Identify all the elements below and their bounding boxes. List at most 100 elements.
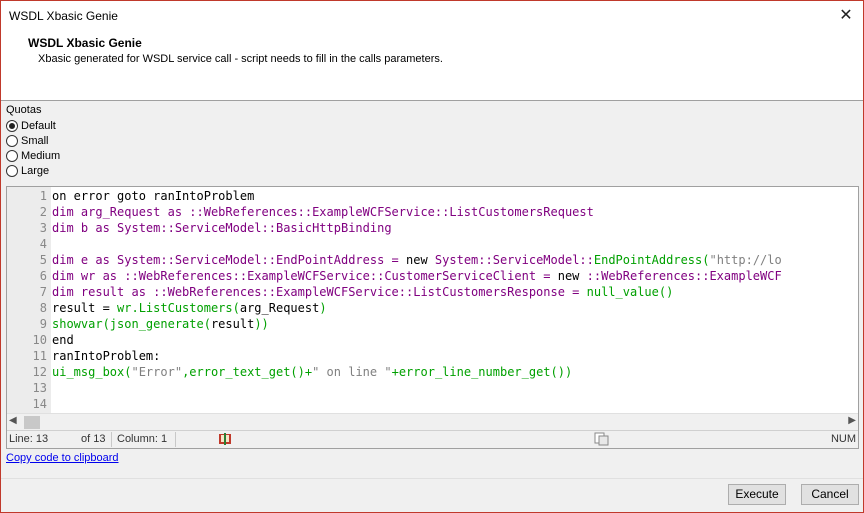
- execute-button[interactable]: Execute: [728, 484, 786, 505]
- code-text[interactable]: result = wr.ListCustomers(arg_Request): [52, 300, 327, 316]
- status-column: Column: 1: [117, 433, 168, 445]
- quota-option-small[interactable]: Small: [6, 133, 60, 148]
- code-token: ::WebReferences::ExampleWCF: [586, 269, 782, 283]
- code-token: ): [319, 301, 327, 315]
- code-line[interactable]: 12 ui_msg_box("Error",error_text_get()+" …: [7, 364, 858, 380]
- header-title: WSDL Xbasic Genie: [28, 36, 142, 50]
- editor-status-bar: Line: 13 of 13 Column: 1 NUM: [7, 430, 858, 448]
- genie-dialog: WSDL Xbasic Genie ✕ WSDL Xbasic Genie Xb…: [0, 0, 864, 513]
- code-line[interactable]: 5 dim e as System::ServiceModel::EndPoint…: [7, 252, 858, 268]
- quota-option-label: Medium: [21, 149, 61, 162]
- quotas-label: Quotas: [6, 104, 42, 116]
- code-text[interactable]: showvar(json_generate(result)): [52, 316, 269, 332]
- line-number: 11: [32, 349, 47, 363]
- code-token: on error goto ranIntoProblem: [52, 189, 255, 203]
- line-number: 1: [39, 189, 47, 203]
- code-token: )): [254, 317, 269, 331]
- code-line[interactable]: 8 result = wr.ListCustomers(arg_Request): [7, 300, 858, 316]
- scroll-left-icon[interactable]: ◀: [9, 415, 17, 426]
- dialog-header: WSDL Xbasic Genie Xbasic generated for W…: [1, 31, 863, 101]
- code-line[interactable]: 11 ranIntoProblem:: [7, 348, 858, 364]
- quota-option-large[interactable]: Large: [6, 163, 60, 178]
- line-number: 4: [39, 237, 47, 251]
- copy-icon[interactable]: [594, 432, 610, 446]
- status-divider: [175, 432, 176, 447]
- line-number: 10: [32, 333, 47, 347]
- line-number: 13: [32, 381, 47, 395]
- code-token: " on line ": [312, 365, 392, 379]
- code-token: arg_Request: [239, 301, 320, 315]
- radio-icon[interactable]: [6, 149, 18, 162]
- code-text[interactable]: ranIntoProblem:: [52, 348, 160, 364]
- code-lines[interactable]: 1 on error goto ranIntoProblem 2 dim arg_Re…: [7, 188, 858, 412]
- code-token: showvar(json_generate(: [52, 317, 211, 331]
- line-number: 14: [32, 397, 47, 411]
- code-token: EndPointAddress(: [593, 253, 710, 267]
- code-line[interactable]: 4: [7, 236, 858, 252]
- copy-code-link[interactable]: Copy code to clipboard: [6, 452, 119, 464]
- code-token: System::ServiceModel::: [434, 253, 594, 267]
- quota-option-default[interactable]: Default: [6, 118, 60, 133]
- scroll-right-icon[interactable]: ▶: [848, 415, 856, 426]
- code-token: dim arg_Request as ::WebReferences::Exam…: [52, 205, 594, 219]
- code-text[interactable]: ui_msg_box("Error",error_text_get()+" on…: [52, 364, 572, 380]
- book-icon[interactable]: [218, 432, 232, 446]
- line-number: 8: [39, 301, 47, 315]
- scroll-thumb[interactable]: [24, 416, 40, 429]
- line-number: 9: [39, 317, 47, 331]
- code-token: wr.ListCustomers(: [117, 301, 240, 315]
- code-text[interactable]: on error goto ranIntoProblem: [52, 188, 254, 204]
- code-token: result: [210, 317, 255, 331]
- quota-option-label: Large: [21, 164, 50, 177]
- status-num: NUM: [830, 433, 856, 445]
- code-token: end: [52, 333, 74, 347]
- line-number: 3: [39, 221, 47, 235]
- line-number: 7: [39, 285, 47, 299]
- radio-icon[interactable]: [6, 134, 18, 147]
- code-text[interactable]: dim b as System::ServiceModel::BasicHttp…: [52, 220, 392, 236]
- code-editor[interactable]: 1 on error goto ranIntoProblem 2 dim arg_Re…: [6, 186, 859, 449]
- code-token: ,error_text_get()+: [182, 365, 313, 379]
- code-token: "Error": [131, 365, 183, 379]
- code-token: +error_line_number_get()): [391, 365, 573, 379]
- code-line[interactable]: 3 dim b as System::ServiceModel::BasicHtt…: [7, 220, 858, 236]
- quota-option-medium[interactable]: Medium: [6, 148, 60, 163]
- code-line[interactable]: 7 dim result as ::WebReferences::ExampleW…: [7, 284, 858, 300]
- code-line[interactable]: 6 dim wr as ::WebReferences::ExampleWCFSe…: [7, 268, 858, 284]
- close-icon[interactable]: ✕: [829, 1, 863, 31]
- status-line-count: of 13: [81, 433, 106, 445]
- code-area[interactable]: 1 on error goto ranIntoProblem 2 dim arg_Re…: [7, 187, 858, 413]
- line-number: 6: [39, 269, 47, 283]
- code-token: ui_msg_box(: [52, 365, 132, 379]
- code-token: result =: [52, 301, 118, 315]
- code-line[interactable]: 9 showvar(json_generate(result)): [7, 316, 858, 332]
- code-text[interactable]: dim arg_Request as ::WebReferences::Exam…: [52, 204, 594, 220]
- footer-divider: [1, 478, 863, 479]
- radio-icon[interactable]: [6, 164, 18, 177]
- code-token: ranIntoProblem:: [52, 349, 161, 363]
- radio-icon[interactable]: [6, 119, 18, 132]
- code-text[interactable]: dim wr as ::WebReferences::ExampleWCFSer…: [52, 268, 782, 284]
- code-line[interactable]: 14: [7, 396, 858, 412]
- quota-option-label: Small: [21, 134, 49, 147]
- code-token: dim result as ::WebReferences::ExampleWC…: [52, 285, 587, 299]
- code-text[interactable]: dim result as ::WebReferences::ExampleWC…: [52, 284, 673, 300]
- code-text[interactable]: end: [52, 332, 74, 348]
- code-token: new: [406, 253, 435, 267]
- code-line[interactable]: 2 dim arg_Request as ::WebReferences::Exa…: [7, 204, 858, 220]
- code-token: dim wr as ::WebReferences::ExampleWCFSer…: [52, 269, 558, 283]
- code-text[interactable]: dim e as System::ServiceModel::EndPointA…: [52, 252, 782, 268]
- status-divider: [111, 432, 112, 447]
- code-line[interactable]: 13: [7, 380, 858, 396]
- status-line: Line: 13: [9, 433, 49, 445]
- cancel-button[interactable]: Cancel: [801, 484, 859, 505]
- title-bar: WSDL Xbasic Genie ✕: [1, 1, 863, 31]
- quota-option-label: Default: [21, 119, 56, 132]
- line-number: 2: [39, 205, 47, 219]
- code-token: null_value(): [586, 285, 674, 299]
- code-token: dim e as System::ServiceModel::EndPointA…: [52, 253, 407, 267]
- code-line[interactable]: 1 on error goto ranIntoProblem: [7, 188, 858, 204]
- window-title: WSDL Xbasic Genie: [9, 9, 118, 23]
- horizontal-scrollbar[interactable]: ◀ ▶: [7, 413, 858, 430]
- code-line[interactable]: 10 end: [7, 332, 858, 348]
